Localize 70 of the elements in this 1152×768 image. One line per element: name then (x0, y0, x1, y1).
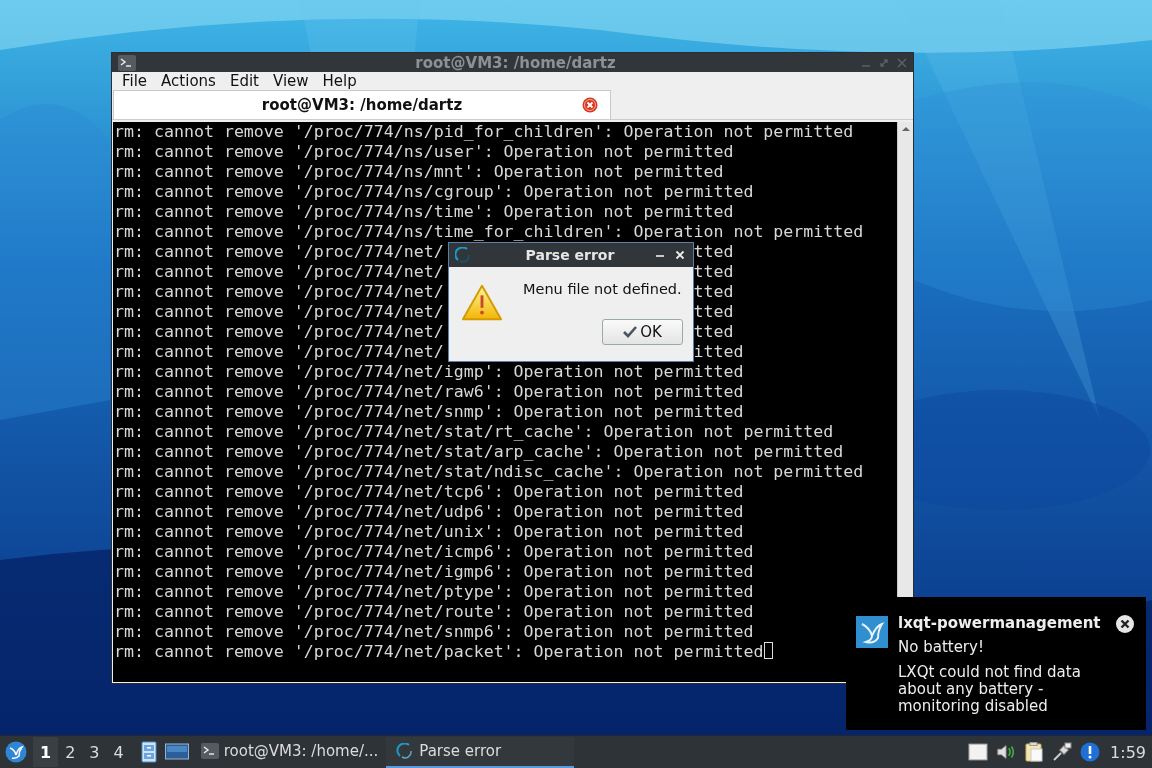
bird-icon (856, 616, 888, 648)
close-icon[interactable] (1116, 615, 1134, 633)
output-line: tted (693, 322, 734, 342)
output-line: rm: cannot remove '/proc/774/net/ (114, 322, 444, 341)
output-line: rm: cannot remove '/proc/774/net/ (114, 262, 444, 281)
output-line: tted (693, 302, 734, 322)
menu-item[interactable]: Help (315, 72, 364, 90)
drive-icon[interactable] (968, 742, 989, 762)
output-line: rm: cannot remove '/proc/774/net/igmp6': Operation not permitted (114, 562, 754, 581)
output-line: rm: cannot remove '/proc/774/ns/cgroup': Operation not permitted (114, 182, 754, 201)
output-line: rm: cannot remove '/proc/774/net/ (114, 242, 444, 261)
output-line: rm: cannot remove '/proc/774/net/stat/ndisc_cache': Operation not permitted (114, 462, 864, 481)
menu-item[interactable]: Actions (154, 72, 223, 90)
clipboard-icon[interactable] (1024, 742, 1045, 762)
check-icon (623, 326, 638, 338)
output-line: rm: cannot remove '/proc/774/ns/mnt': Operation not permitted (114, 162, 724, 181)
terminal-icon (200, 743, 219, 759)
app-icon (396, 743, 415, 759)
output-line: rm: cannot remove '/proc/774/net/stat/rt_cache': Operation not permitted (114, 422, 834, 441)
desktop-switch[interactable]: 3 (82, 737, 107, 767)
window-title: root@VM3: /home/dartz (414, 53, 617, 72)
info-icon[interactable] (1080, 742, 1101, 762)
output-line: rm: cannot remove '/proc/774/net/ptype': Operation not permitted (114, 582, 754, 601)
scroll-up-icon[interactable] (900, 126, 911, 132)
output-line: rm: cannot remove '/proc/774/net/snmp': Operation not permitted (114, 402, 744, 421)
network-plug-icon[interactable] (1052, 742, 1073, 762)
output-line: rm: cannot remove '/proc/774/net/snmp6': Operation not permitted (114, 622, 754, 641)
output-line: tted (693, 282, 734, 302)
output-line: rm: cannot remove '/proc/774/ns/pid_for_children': Operation not permitted (114, 122, 854, 141)
task-button[interactable]: Parse error (386, 736, 575, 768)
output-line: tted (693, 262, 734, 282)
menu-item[interactable]: View (265, 72, 316, 90)
output-line: rm: cannot remove '/proc/774/net/ (114, 302, 444, 321)
output-line: rm: cannot remove '/proc/774/net/ (114, 282, 444, 301)
speaker-icon[interactable] (996, 742, 1017, 762)
file-cabinet-icon[interactable] (140, 741, 157, 763)
output-line: rm: cannot remove '/proc/774/net/tcp6': Operation not permitted (114, 482, 744, 501)
desktop-switch[interactable]: 1 (33, 737, 59, 767)
close-tab-icon[interactable] (582, 97, 598, 113)
task-button[interactable]: root@VM3: /home/... (196, 736, 387, 768)
output-line: rm: cannot remove '/proc/774/net/stat/arp_cache': Operation not permitted (114, 442, 844, 461)
monitor-icon[interactable] (164, 743, 189, 761)
output-line: rm: cannot remove '/proc/774/net/udp6': Operation not permitted (114, 502, 744, 521)
menu-item[interactable]: File (115, 72, 155, 90)
desktop-switch[interactable]: 4 (106, 737, 131, 767)
output-line: rm: cannot remove '/proc/774/net/ (114, 342, 444, 361)
output-line: rm: cannot remove '/proc/774/ns/time_for_children': Operation not permitted (114, 222, 864, 241)
output-line: rm: cannot remove '/proc/774/net/igmp': Operation not permitted (114, 362, 744, 381)
menu-item[interactable]: Edit (222, 72, 266, 90)
tab[interactable]: root@VM3: /home/dartz (113, 90, 611, 119)
output-line: rm: cannot remove '/proc/774/net/icmp6': Operation not permitted (114, 542, 754, 561)
output-line: rm: cannot remove '/proc/774/net/packet': Operation not permitted (114, 642, 764, 661)
notification-title: lxqt-powermanagement (898, 613, 1102, 633)
dialog-message: Menu file not defined. (523, 280, 682, 299)
notification-body: LXQt could not find data about any battery - monitoring disabled (898, 664, 1082, 715)
output-line: itted (693, 342, 744, 362)
output-line: rm: cannot remove '/proc/774/ns/user': Operation not permitted (114, 142, 734, 161)
output-line: rm: cannot remove '/proc/774/net/unix': Operation not permitted (114, 522, 744, 541)
warning-icon (461, 283, 503, 323)
app-menu-icon[interactable] (5, 741, 27, 763)
notification-summary: No battery! (898, 637, 985, 657)
dialog-title: Parse error (524, 246, 616, 265)
app-icon (455, 247, 471, 263)
clock[interactable]: 1:59 (1110, 742, 1146, 762)
output-line: rm: cannot remove '/proc/774/net/raw6': Operation not permitted (114, 382, 744, 401)
desktop-switch[interactable]: 2 (58, 737, 83, 767)
output-line: rm: cannot remove '/proc/774/net/route': Operation not permitted (114, 602, 754, 621)
ok-button[interactable]: OK (602, 319, 683, 345)
output-line: tted (693, 242, 734, 262)
output-line: rm: cannot remove '/proc/774/ns/time': Operation not permitted (114, 202, 734, 221)
